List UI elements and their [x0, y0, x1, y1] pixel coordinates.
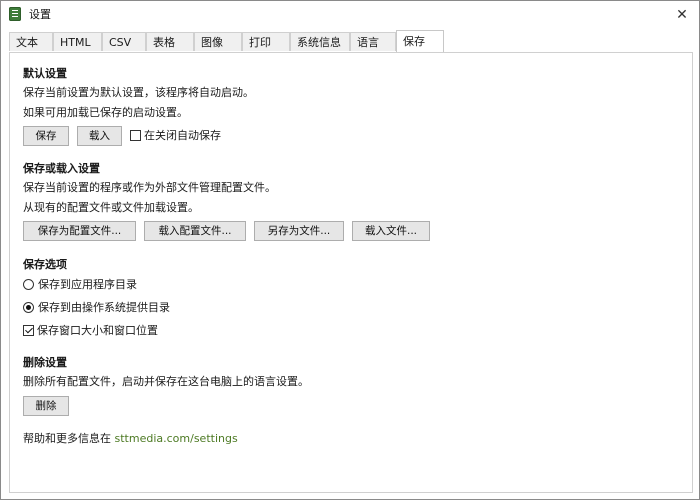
save-to-os-dir-label: 保存到由操作系统提供目录 [38, 301, 170, 314]
autosave-on-close-label: 在关闭自动保存 [144, 129, 221, 142]
delete-settings-heading: 删除设置 [23, 356, 67, 369]
help-text: 帮助和更多信息在 [23, 432, 111, 445]
default-settings-desc-2: 如果可用加载已保存的启动设置。 [23, 106, 188, 119]
tab-system-info[interactable]: 系统信息 [290, 32, 350, 51]
help-link[interactable]: sttmedia.com/settings [115, 432, 238, 445]
save-window-size-checkbox[interactable]: 保存窗口大小和窗口位置 [23, 324, 158, 340]
radio-circle-selected[interactable] [23, 302, 34, 313]
delete-button[interactable]: 删除 [23, 396, 69, 416]
window-title: 设置 [29, 8, 51, 21]
save-to-os-dir-radio[interactable]: 保存到由操作系统提供目录 [23, 301, 170, 317]
save-load-desc-2: 从现有的配置文件或文件加载设置。 [23, 201, 199, 214]
title-bar: 设置 ✕ [1, 1, 699, 29]
tab-language[interactable]: 语言 [350, 32, 396, 51]
tab-table[interactable]: 表格 [146, 32, 194, 51]
tab-image[interactable]: 图像 [194, 32, 242, 51]
save-window-size-label: 保存窗口大小和窗口位置 [37, 324, 158, 337]
save-load-desc-1: 保存当前设置的程序或作为外部文件管理配置文件。 [23, 181, 276, 194]
default-settings-heading: 默认设置 [23, 67, 67, 80]
tab-bar: 文本 HTML CSV 表格 图像 打印 系统信息 语言 保存 [9, 30, 693, 53]
radio-circle[interactable] [23, 279, 34, 290]
load-button[interactable]: 载入 [77, 126, 122, 146]
tab-print[interactable]: 打印 [242, 32, 290, 51]
tab-text[interactable]: 文本 [9, 32, 53, 51]
save-tab-panel: 默认设置 保存当前设置为默认设置，该程序将自动启动。 如果可用加载已保存的启动设… [9, 53, 693, 493]
save-as-file-button[interactable]: 另存为文件... [254, 221, 344, 241]
delete-settings-desc: 删除所有配置文件，启动并保存在这台电脑上的语言设置。 [23, 375, 309, 388]
save-load-heading: 保存或载入设置 [23, 162, 100, 175]
load-file-button[interactable]: 载入文件... [352, 221, 430, 241]
save-as-profile-button[interactable]: 保存为配置文件... [23, 221, 136, 241]
tab-save[interactable]: 保存 [396, 30, 444, 52]
checkbox-box-checked[interactable] [23, 325, 34, 336]
default-settings-desc-1: 保存当前设置为默认设置，该程序将自动启动。 [23, 86, 254, 99]
tab-csv[interactable]: CSV [102, 32, 146, 51]
save-to-app-dir-radio[interactable]: 保存到应用程序目录 [23, 278, 137, 294]
notepad-icon [9, 7, 21, 21]
settings-window: 设置 ✕ 文本 HTML CSV 表格 图像 打印 系统信息 语言 保存 默认设… [0, 0, 700, 500]
save-options-heading: 保存选项 [23, 258, 67, 271]
checkbox-box[interactable] [130, 130, 141, 141]
close-icon[interactable]: ✕ [665, 1, 699, 29]
tab-html[interactable]: HTML [53, 32, 102, 51]
autosave-on-close-checkbox[interactable]: 在关闭自动保存 [130, 129, 221, 145]
help-footer: 帮助和更多信息在 sttmedia.com/settings [23, 432, 238, 446]
save-to-app-dir-label: 保存到应用程序目录 [38, 278, 137, 291]
load-profile-button[interactable]: 载入配置文件... [144, 221, 246, 241]
save-button[interactable]: 保存 [23, 126, 69, 146]
